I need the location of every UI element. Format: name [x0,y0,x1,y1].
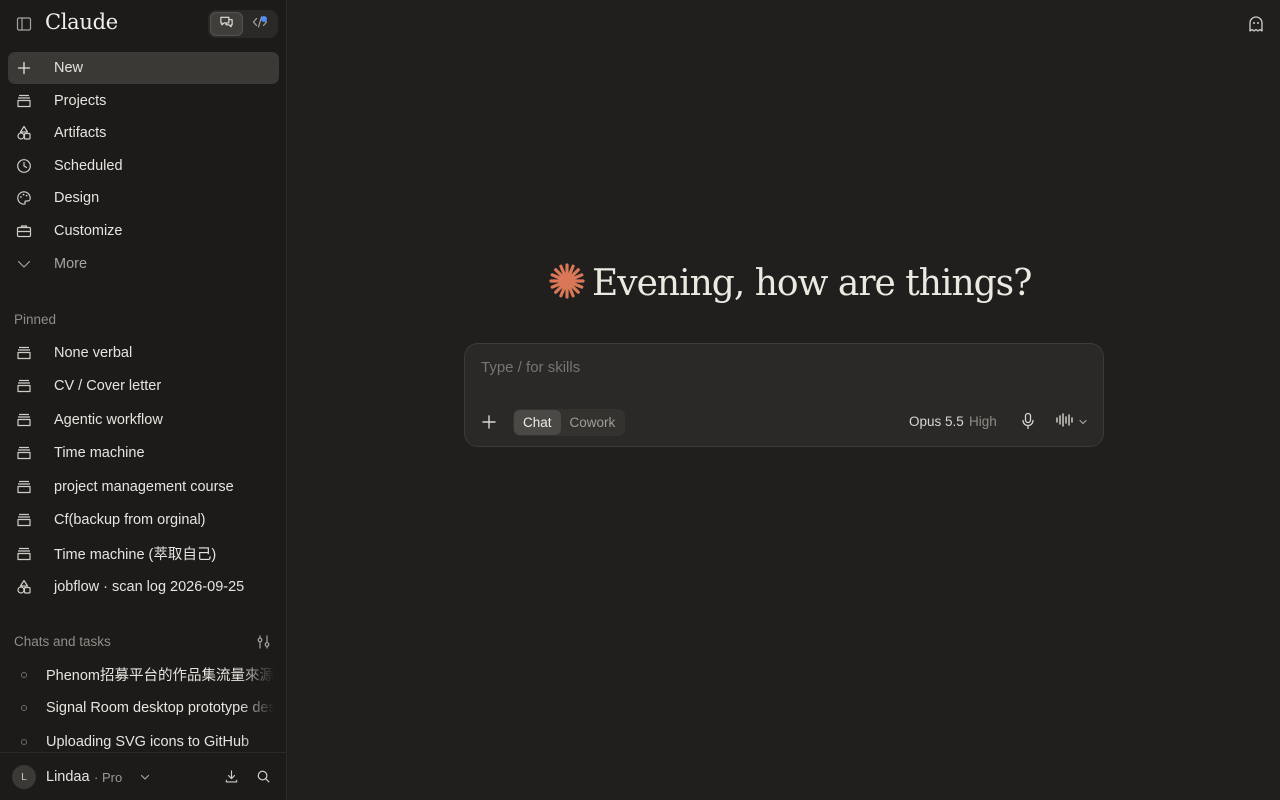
chat-mode-tab[interactable]: Chat [514,410,561,435]
app-logo: Claude [45,10,118,34]
nav-item-more[interactable]: More [8,248,279,280]
plus-icon [16,60,32,76]
nav-label-more: More [54,255,88,272]
sidebar-toggle-icon[interactable] [16,16,32,32]
nav-item-scheduled[interactable]: Scheduled [8,150,279,182]
chats-section-title: Chats and tasks [14,634,111,649]
status-dot-icon [21,671,27,678]
filter-icon[interactable] [256,634,272,650]
search-icon[interactable] [256,769,271,789]
pinned-item-label: Time machine [54,445,145,462]
voice-mode-button[interactable] [1055,412,1088,433]
pinned-item-label: jobflow · scan log 2026-09-25 [54,579,245,596]
prompt-input[interactable] [481,359,1081,376]
main-area: Evening, how are things? Chat Cowork Opu… [288,0,1280,800]
nav-label-artifacts: Artifacts [54,125,107,142]
nav-label-new: New [54,60,84,76]
status-dot-icon [21,738,27,745]
projects-icon [16,412,32,428]
chevron-down-icon [16,256,32,272]
nav-item-design[interactable]: Design [8,182,279,214]
mode-toggle: Chat Cowork [513,409,626,436]
projects-icon [16,479,32,495]
projects-icon [16,512,32,528]
pinned-item[interactable]: Time machine (萃取自己) [8,537,279,571]
pinned-item[interactable]: None verbal [8,336,279,370]
mic-icon[interactable] [1020,412,1036,435]
nav-item-artifacts[interactable]: Artifacts [8,117,279,149]
chat-list-item[interactable]: Uploading SVG icons to GitHub [8,725,279,752]
mode-switch [208,10,278,38]
avatar[interactable]: L [12,765,36,789]
chat-mode-button[interactable] [210,12,243,36]
chat-list-item[interactable]: Signal Room desktop prototype design [8,692,279,726]
model-selector[interactable]: Opus 5.5 [909,414,964,429]
chevron-down-icon [1078,414,1088,432]
projects-icon [16,345,32,361]
effort-selector[interactable]: High [969,414,997,429]
pinned-item-label: None verbal [54,344,133,361]
nav-label-design: Design [54,190,100,207]
sidebar-footer: L Lindaa · Pro [0,752,287,800]
projects-icon [16,93,32,109]
pinned-item-label: project management course [54,478,234,495]
composer: Chat Cowork Opus 5.5 High [464,343,1104,447]
pinned-item[interactable]: Time machine [8,437,279,471]
pinned-item-label: Time machine (萃取自己) [54,547,217,564]
pinned-item-label: Cf(backup from orginal) [54,512,206,529]
pinned-list: None verbal CV / Cover letter Agentic wo… [8,336,279,604]
chat-icon [219,14,234,34]
pinned-section-title: Pinned [14,312,57,327]
sidebar-header: Claude [0,0,287,48]
chat-list: Phenom招募平台的作品集流量來源 Signal Room desktop p… [8,658,279,752]
projects-icon [16,445,32,461]
nav-item-customize[interactable]: Customize [8,215,279,247]
artifacts-icon [16,579,32,595]
chat-item-label: Uploading SVG icons to GitHub [46,733,250,750]
chat-item-label: Signal Room desktop prototype design [46,700,274,717]
chat-list-item[interactable]: Phenom招募平台的作品集流量來源 [8,658,279,692]
incognito-icon[interactable] [1247,15,1265,33]
pinned-item[interactable]: Cf(backup from orginal) [8,504,279,538]
nav-label-customize: Customize [54,222,123,239]
greeting-text: Evening, how are things? [592,263,1032,304]
pinned-item[interactable]: CV / Cover letter [8,370,279,404]
plus-icon[interactable] [479,412,499,432]
chat-item-label: Phenom招募平台的作品集流量來源 [46,668,274,685]
sidebar: Claude New Projects Artifacts Scheduled … [0,0,287,800]
notification-dot [261,16,267,22]
claude-spark-icon [548,262,586,305]
new-chat-button[interactable]: New [8,52,279,84]
chevron-down-icon[interactable] [139,770,151,788]
pinned-item[interactable]: Agentic workflow [8,403,279,437]
nav-item-projects[interactable]: Projects [8,85,279,117]
pinned-item-label: CV / Cover letter [54,378,162,395]
pinned-item[interactable]: project management course [8,470,279,504]
user-name[interactable]: Lindaa [46,769,90,785]
status-dot-icon [21,705,27,712]
clock-icon [16,158,32,174]
projects-icon [16,378,32,394]
nav-label-scheduled: Scheduled [54,157,123,174]
waveform-icon [1055,412,1075,433]
projects-icon [16,546,32,562]
nav-label-projects: Projects [54,92,107,109]
pinned-item[interactable]: jobflow · scan log 2026-09-25 [8,571,279,605]
code-mode-button[interactable] [243,12,276,36]
download-icon[interactable] [224,769,239,789]
artifacts-icon [16,125,32,141]
palette-icon [16,190,32,206]
pinned-item-label: Agentic workflow [54,411,163,428]
briefcase-icon [16,223,32,239]
user-plan: · Pro [94,770,123,785]
greeting: Evening, how are things? [548,262,1032,305]
cowork-mode-tab[interactable]: Cowork [561,410,625,435]
primary-nav: New Projects Artifacts Scheduled Design … [8,52,279,280]
